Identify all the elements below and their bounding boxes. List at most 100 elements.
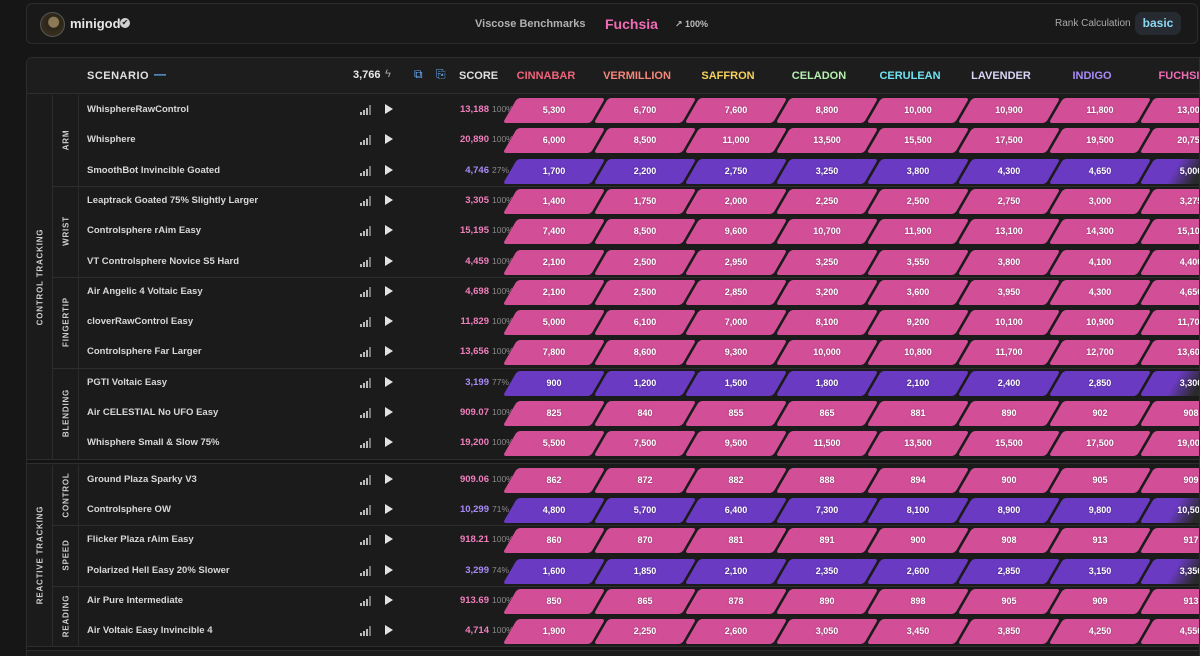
username[interactable]: minigod [70, 16, 121, 31]
play-icon[interactable] [385, 346, 393, 357]
rank-threshold: 2,500 [866, 188, 970, 214]
rank-threshold: 7,800 [502, 340, 606, 366]
avatar[interactable] [40, 12, 65, 37]
rank-threshold: 13,000 [1139, 98, 1199, 123]
play-icon[interactable] [385, 564, 393, 575]
table-row[interactable]: Air Pure Intermediate 913.69 100% 850 865 878… [79, 586, 1199, 616]
scenario-name[interactable]: Controlsphere rAim Easy [87, 225, 201, 236]
table-row[interactable]: Air CELESTIAL No UFO Easy 909.07 100% 825 84… [79, 398, 1199, 428]
threshold-value: 1,500 [724, 377, 748, 388]
leaderboard-icon[interactable] [360, 438, 371, 449]
play-icon[interactable] [385, 376, 393, 387]
leaderboard-icon[interactable] [360, 135, 371, 146]
threshold-value: 7,600 [724, 105, 748, 115]
leaderboard-icon[interactable] [360, 347, 371, 358]
leaderboard-icon[interactable] [360, 256, 371, 267]
scenario-name[interactable]: Ground Plaza Sparky V3 [87, 474, 197, 485]
leaderboard-icon[interactable] [360, 317, 371, 328]
play-icon[interactable] [385, 164, 393, 175]
play-icon[interactable] [385, 594, 393, 605]
scenario-name[interactable]: PGTI Voltaic Easy [87, 377, 167, 388]
scenario-name[interactable]: Air Voltaic Easy Invincible 4 [87, 625, 213, 636]
scenario-name[interactable]: Controlsphere OW [87, 504, 171, 515]
leaderboard-icon[interactable] [360, 626, 371, 637]
play-icon[interactable] [385, 104, 393, 114]
leaderboard-icon[interactable] [360, 474, 371, 485]
table-row[interactable]: PGTI Voltaic Easy 3,199 77% 900 1,200 1,500 1,… [79, 368, 1199, 398]
scenario-name[interactable]: Whisphere [87, 134, 136, 145]
table-row[interactable]: Controlsphere OW 10,299 71% 4,800 5,700 6,400… [79, 495, 1199, 525]
play-icon[interactable] [385, 503, 393, 514]
threshold-value: 2,850 [1088, 377, 1112, 388]
play-icon[interactable] [385, 225, 393, 236]
threshold-value: 882 [728, 474, 744, 485]
leaderboard-icon[interactable] [360, 165, 371, 176]
leaderboard-icon[interactable] [360, 595, 371, 606]
threshold-value: 2,850 [997, 565, 1021, 576]
rank-threshold: 8,900 [957, 497, 1061, 523]
table-row[interactable]: cloverRawControl Easy 11,829 100% 5,000 6,10… [79, 307, 1199, 337]
scenario-name[interactable]: SmoothBot Invincible Goated [87, 165, 220, 176]
scenario-name[interactable]: Air Angelic 4 Voltaic Easy [87, 286, 203, 297]
play-icon[interactable] [385, 285, 393, 296]
rank-calculation-toggle[interactable]: basic [1135, 12, 1181, 35]
play-icon[interactable] [385, 255, 393, 266]
leaderboard-icon[interactable] [360, 504, 371, 515]
leaderboard-icon[interactable] [360, 565, 371, 576]
scenario-name[interactable]: Air Pure Intermediate [87, 595, 183, 606]
leaderboard-icon[interactable] [360, 226, 371, 237]
scenario-name[interactable]: cloverRawControl Easy [87, 316, 193, 327]
scenario-name[interactable]: Air CELESTIAL No UFO Easy [87, 407, 218, 418]
table-row[interactable]: Leaptrack Goated 75% Slightly Larger 3,30… [79, 186, 1199, 216]
leaderboard-icon[interactable] [360, 286, 371, 297]
rank-threshold: 900 [866, 528, 970, 554]
table-row[interactable]: VT Controlsphere Novice S5 Hard 4,459 100%… [79, 247, 1199, 277]
scenario-name[interactable]: Controlsphere Far Larger [87, 346, 202, 357]
leaderboard-icon[interactable] [360, 408, 371, 418]
threshold-value: 8,500 [633, 226, 657, 237]
leaderboard-icon[interactable] [360, 535, 371, 546]
play-icon[interactable] [385, 473, 393, 484]
table-row[interactable]: Air Voltaic Easy Invincible 4 4,714 100% 1,… [79, 616, 1199, 646]
scenario-name[interactable]: Polarized Hell Easy 20% Slower [87, 565, 230, 576]
collapse-icon[interactable]: — [154, 67, 166, 81]
scenario-name[interactable]: Flicker Plaza rAim Easy [87, 534, 194, 545]
leaderboard-icon[interactable] [360, 377, 371, 388]
play-icon[interactable] [385, 194, 393, 205]
copy-icon[interactable]: ⧉ [414, 67, 423, 82]
leaderboard-icon[interactable] [360, 195, 371, 206]
threshold-value: 10,100 [995, 317, 1023, 328]
table-row[interactable]: Controlsphere rAim Easy 15,195 100% 7,400 8,… [79, 216, 1199, 246]
play-icon[interactable] [385, 407, 393, 417]
scenario-name[interactable]: Leaptrack Goated 75% Slightly Larger [87, 195, 258, 206]
table-row[interactable]: Polarized Hell Easy 20% Slower 3,299 74% 1,… [79, 556, 1199, 586]
rank-threshold: 4,400 [1139, 249, 1199, 275]
export-icon[interactable]: ⎘ [436, 67, 446, 82]
rank-threshold: 905 [957, 588, 1061, 614]
threshold-value: 2,100 [906, 377, 930, 388]
play-icon[interactable] [385, 625, 393, 636]
threshold-value: 15,500 [904, 135, 932, 146]
table-row[interactable]: Air Angelic 4 Voltaic Easy 4,698 100% 2,100… [79, 277, 1199, 307]
table-row[interactable]: WhisphereRawControl 13,188 100% 5,300 6,700 7… [79, 95, 1199, 125]
benchmark-name[interactable]: Viscose Benchmarks [475, 18, 585, 30]
table-row[interactable]: Flicker Plaza rAim Easy 918.21 100% 860 870 8… [79, 525, 1199, 555]
table-row[interactable]: Whisphere Small & Slow 75% 19,200 100% 5,50… [79, 428, 1199, 458]
table-row[interactable]: SmoothBot Invincible Goated 4,746 27% 1,700… [79, 156, 1199, 186]
threshold-value: 9,600 [724, 226, 748, 237]
scenario-percent: 71% [492, 503, 510, 514]
scenario-name[interactable]: VT Controlsphere Novice S5 Hard [87, 256, 239, 267]
threshold-value: 19,500 [1086, 135, 1114, 146]
leaderboard-icon[interactable] [360, 105, 371, 115]
play-icon[interactable] [385, 534, 393, 545]
play-icon[interactable] [385, 316, 393, 327]
table-row[interactable]: Ground Plaza Sparky V3 909.06 100% 862 872 88… [79, 465, 1199, 495]
scenario-name[interactable]: Whisphere Small & Slow 75% [87, 437, 220, 448]
play-icon[interactable] [385, 437, 393, 448]
rank-threshold: 6,100 [593, 310, 697, 336]
table-row[interactable]: Whisphere 20,890 100% 6,000 8,500 11,000 13,50… [79, 125, 1199, 155]
table-row[interactable]: Controlsphere Far Larger 13,656 100% 7,800 8… [79, 337, 1199, 367]
scenario-name[interactable]: WhisphereRawControl [87, 104, 189, 115]
rank-threshold: 2,250 [593, 619, 697, 645]
play-icon[interactable] [385, 134, 393, 145]
